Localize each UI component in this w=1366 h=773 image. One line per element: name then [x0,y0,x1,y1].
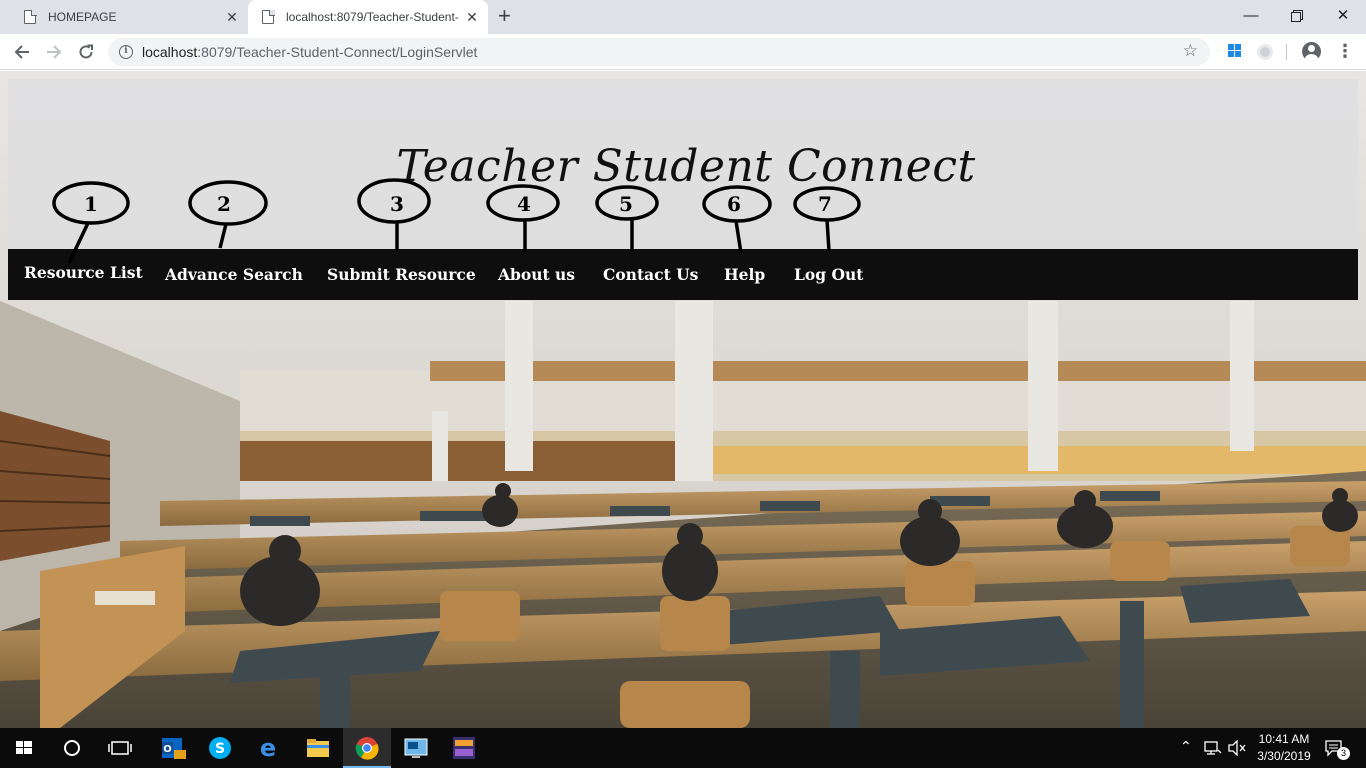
menu-icon[interactable]: ⋮ [1336,41,1354,61]
nav-log-out[interactable]: Log Out [794,249,863,300]
cortana-icon[interactable] [48,728,96,768]
task-view-icon[interactable] [96,728,144,768]
tab-strip: HOMEPAGE ✕ localhost:8079/Teacher-Studen… [0,0,1366,34]
notification-icon[interactable]: 3 [1324,738,1350,760]
reload-icon[interactable] [74,40,98,64]
chevron-up-icon[interactable]: ⌃ [1180,738,1192,755]
back-icon[interactable] [10,40,34,64]
minimize-icon[interactable]: — [1228,4,1274,28]
tab-homepage[interactable]: HOMEPAGE ✕ [8,0,248,34]
nav-help[interactable]: Help [724,249,765,300]
site-title: Teacher Student Connect [396,141,976,192]
clock-date[interactable]: 3/30/2019 [1252,749,1316,763]
outlook-icon[interactable]: O [148,728,196,768]
address-url[interactable]: localhost:8079/Teacher-Student-Connect/L… [142,44,477,60]
page-icon [262,9,275,24]
tab-active[interactable]: localhost:8079/Teacher-Student- ✕ [248,0,488,34]
network-icon[interactable] [1204,740,1222,761]
url-path: :8079/Teacher-Student-Connect/LoginServl… [197,44,478,60]
windows-extension-icon[interactable] [1226,42,1246,62]
extension-icon[interactable] [1257,44,1273,60]
window-close-icon[interactable]: ✕ [1320,4,1366,28]
skype-icon[interactable]: S [196,728,244,768]
start-icon[interactable] [0,728,48,768]
main-navbar: Resource List Advance Search Submit Reso… [8,249,1358,300]
remote-desktop-icon[interactable] [392,728,440,768]
nav-submit-resource[interactable]: Submit Resource [327,249,476,300]
svg-text:e: e [260,734,276,762]
page-icon [24,9,37,24]
browser-toolbar: i localhost:8079/Teacher-Student-Connect… [0,34,1366,70]
svg-text:O: O [163,744,172,755]
star-icon[interactable]: ☆ [1183,41,1198,61]
windows-taskbar: O S e ⌃ 10:41 AM 3/30/2019 3 [0,728,1366,768]
toolbar-divider [1286,44,1287,60]
nav-resource-list[interactable]: Resource List [24,249,143,300]
web-page: Teacher Student Connect Resource List Ad… [0,71,1366,728]
new-tab-icon[interactable]: + [498,5,511,27]
edge-icon[interactable]: e [244,728,292,768]
notification-count-badge: 3 [1337,747,1350,760]
info-icon[interactable]: i [119,45,133,59]
restore-icon[interactable] [1274,4,1320,30]
profile-icon[interactable] [1302,42,1321,61]
close-icon[interactable]: ✕ [224,9,240,25]
tab-title: HOMEPAGE [48,10,117,24]
clock-time[interactable]: 10:41 AM [1252,732,1316,746]
nav-about-us[interactable]: About us [498,249,575,300]
close-icon[interactable]: ✕ [464,9,480,25]
svg-text:S: S [215,741,225,757]
nav-advance-search[interactable]: Advance Search [165,249,303,300]
file-explorer-icon[interactable] [294,728,342,768]
tab-title: localhost:8079/Teacher-Student- [286,10,459,24]
address-bar[interactable]: i localhost:8079/Teacher-Student-Connect… [108,38,1210,66]
volume-muted-icon[interactable] [1228,739,1246,761]
chrome-icon[interactable] [343,728,391,768]
url-host: localhost [142,44,198,60]
app-icon[interactable] [440,728,488,768]
forward-icon[interactable] [42,40,66,64]
nav-contact-us[interactable]: Contact Us [603,249,698,300]
